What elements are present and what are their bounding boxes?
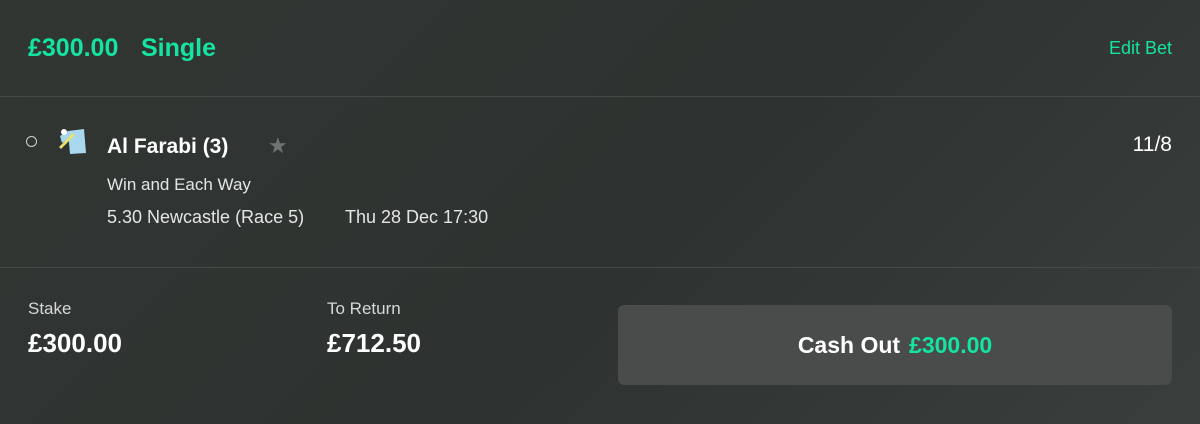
bet-header: £300.00 Single Edit Bet: [0, 0, 1200, 97]
radio-circle-icon[interactable]: [26, 136, 37, 147]
jockey-silks-icon: [54, 127, 90, 155]
bet-amount: £300.00: [28, 34, 119, 62]
return-value: £712.50: [327, 328, 421, 358]
cash-out-button[interactable]: Cash Out £300.00: [618, 305, 1172, 385]
stake-label: Stake: [28, 299, 72, 318]
stake-value: £300.00: [28, 328, 122, 358]
odds: 11/8: [1132, 133, 1172, 156]
bet-card: £300.00 Single Edit Bet Al Farabi (3) ★ …: [0, 0, 1200, 424]
edit-bet-link[interactable]: Edit Bet: [1109, 38, 1172, 59]
runner-name: Al Farabi (3): [107, 135, 229, 158]
event-name: 5.30 Newcastle (Race 5): [107, 207, 305, 227]
bet-selection: Al Farabi (3) ★ 11/8 Win and Each Way 5.…: [0, 97, 1200, 268]
bet-type: Single: [141, 34, 217, 62]
cash-out-label: Cash Out: [797, 331, 901, 358]
return-label: To Return: [327, 299, 401, 318]
market-name: Win and Each Way: [107, 175, 251, 194]
event-datetime: Thu 28 Dec 17:30: [345, 207, 489, 227]
cash-out-value: £300.00: [909, 331, 993, 358]
favourite-star-icon[interactable]: ★: [268, 133, 288, 159]
